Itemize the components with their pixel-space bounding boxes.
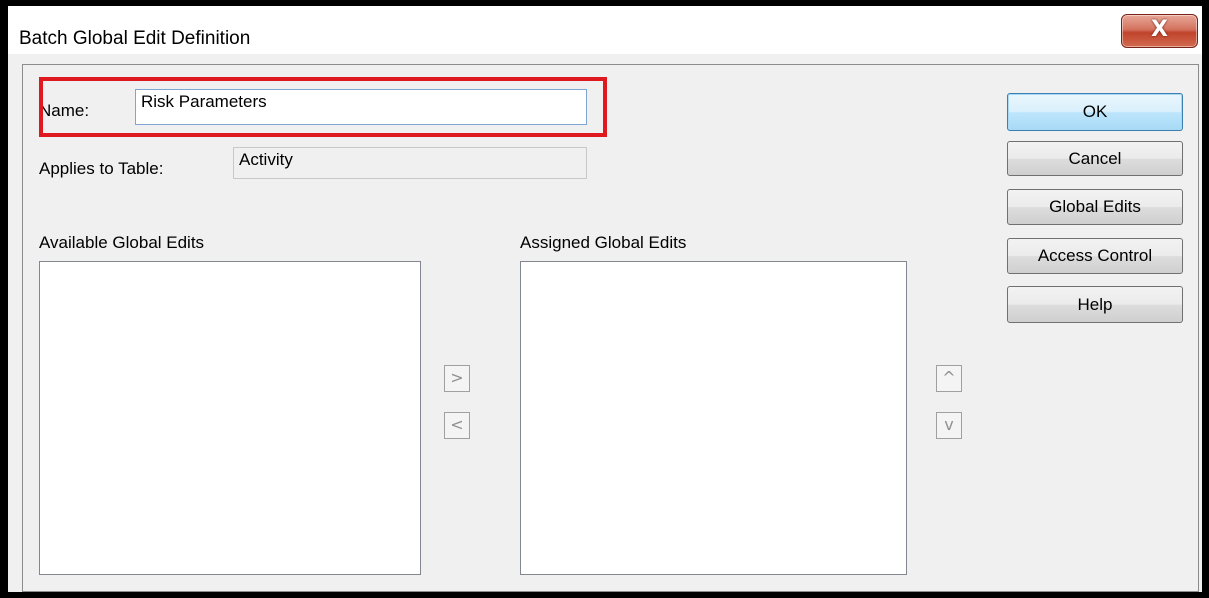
applies-to-table-label: Applies to Table: [39,159,164,178]
move-up-button[interactable]: ^ [936,365,962,392]
available-global-edits-label: Available Global Edits [39,233,205,252]
chevron-right-icon: > [450,368,464,387]
global-edits-button[interactable]: Global Edits [1007,189,1183,225]
batch-global-edit-dialog: Batch Global Edit Definition X Name: Ris… [0,0,1209,598]
definition-panel: Name: Risk Parameters Applies to Table: … [22,64,1199,592]
help-button[interactable]: Help [1007,286,1183,323]
chevron-left-icon: < [450,415,464,434]
close-button[interactable]: X [1121,14,1198,48]
cancel-button[interactable]: Cancel [1007,141,1183,176]
available-global-edits-list[interactable] [39,261,421,575]
chevron-up-icon: ^ [942,368,956,387]
name-highlight-box [39,77,607,137]
title-bar: Batch Global Edit Definition X [8,6,1202,54]
chevron-down-icon: v [944,415,954,434]
move-down-button[interactable]: v [936,412,962,439]
ok-button[interactable]: OK [1007,93,1183,131]
access-control-button[interactable]: Access Control [1007,238,1183,274]
applies-to-table-field: Activity [233,147,587,179]
dialog-client-area: Name: Risk Parameters Applies to Table: … [8,54,1202,592]
window-title: Batch Global Edit Definition [19,28,251,49]
move-right-button[interactable]: > [444,365,470,392]
assigned-global-edits-list[interactable] [520,261,907,575]
close-icon: X [1151,17,1168,42]
assigned-global-edits-label: Assigned Global Edits [520,233,687,252]
move-left-button[interactable]: < [444,412,470,439]
